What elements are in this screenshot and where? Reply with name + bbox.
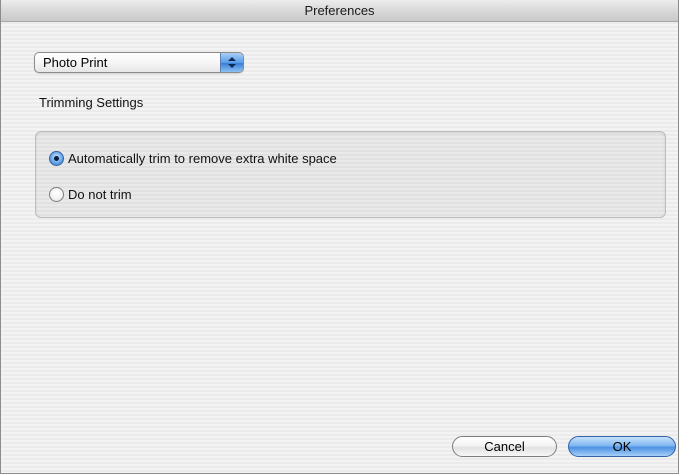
ok-button[interactable]: OK [568, 436, 676, 457]
radio-do-not-trim[interactable]: Do not trim [49, 185, 132, 203]
category-popup-value: Photo Print [43, 55, 108, 70]
popup-arrows-icon [220, 53, 243, 72]
radio-selected-icon[interactable] [49, 150, 64, 166]
radio-do-not-trim-label[interactable]: Do not trim [68, 187, 132, 202]
category-popup-menu[interactable]: Photo Print [34, 52, 244, 73]
cancel-button[interactable]: Cancel [452, 436, 557, 457]
radio-auto-trim[interactable]: Automatically trim to remove extra white… [49, 149, 337, 167]
trimming-settings-heading: Trimming Settings [39, 95, 144, 110]
radio-auto-trim-label[interactable]: Automatically trim to remove extra white… [68, 151, 337, 166]
trimming-options-group [35, 131, 666, 218]
title-bar[interactable]: Preferences [1, 0, 678, 22]
radio-unselected-icon[interactable] [49, 186, 64, 202]
preferences-window: Preferences Photo Print Trimming Setting… [0, 0, 679, 474]
window-title: Preferences [304, 3, 375, 18]
